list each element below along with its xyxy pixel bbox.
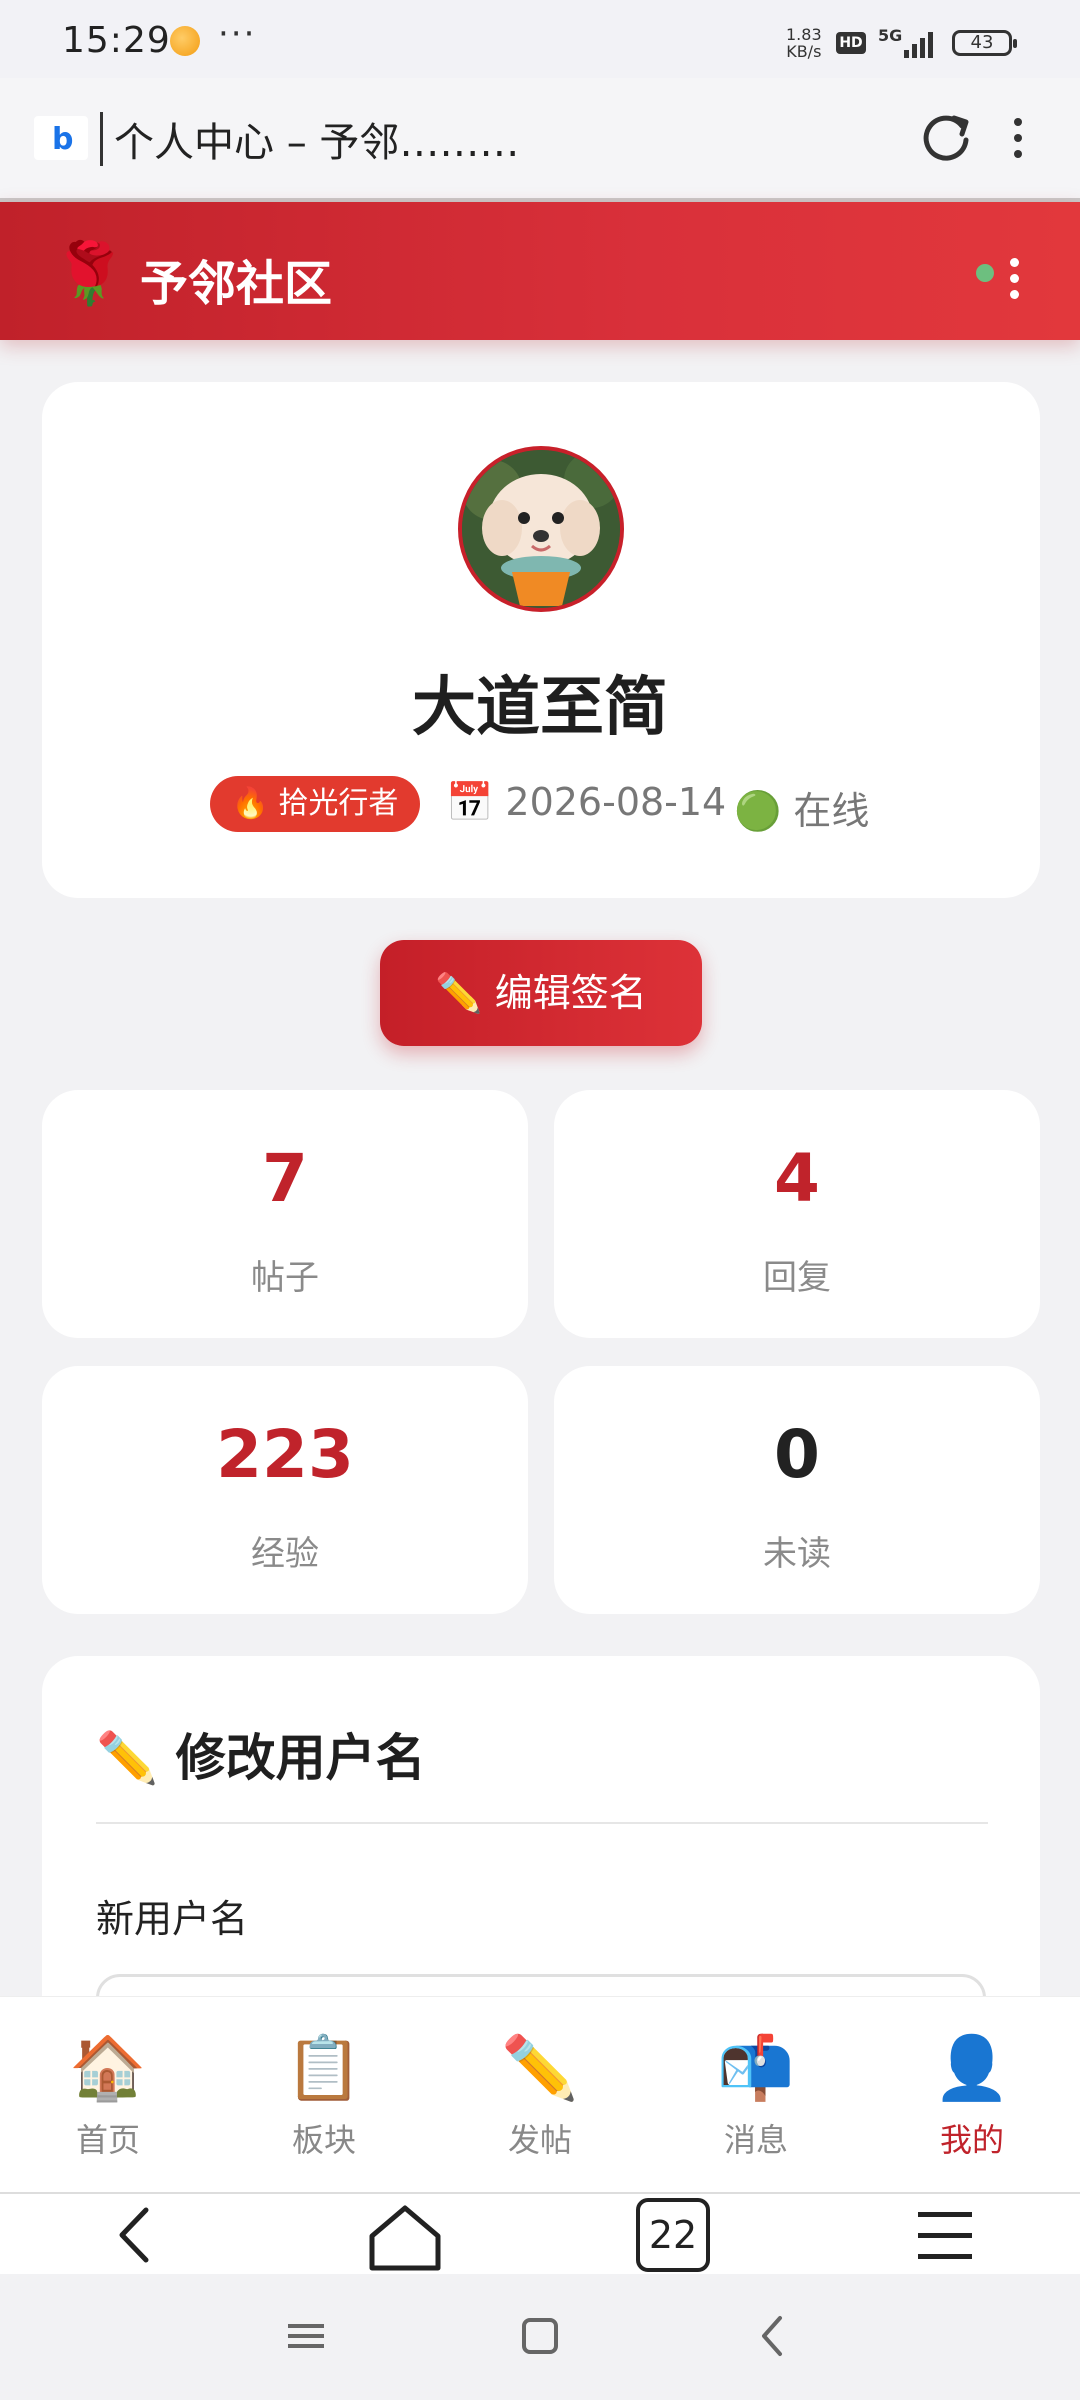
network-type: 5G: [878, 26, 903, 45]
system-home-icon[interactable]: [520, 2316, 560, 2356]
rename-section-title: ✏️ 修改用户名: [96, 1729, 426, 1787]
rose-logo-icon: 🌹: [52, 239, 127, 309]
stat-value: 0: [774, 1416, 820, 1493]
nav-item-me[interactable]: 👤 我的: [872, 2033, 1072, 2161]
stat-value: 4: [774, 1140, 820, 1217]
dog-avatar-image: [462, 450, 620, 608]
network-speed-unit: KB/s: [786, 42, 822, 61]
stat-card-experience[interactable]: 223 经验: [42, 1366, 528, 1614]
nav-label: 板块: [291, 2121, 356, 2159]
nav-label: 消息: [723, 2121, 788, 2159]
network-speed: 1.83 KB/s: [786, 26, 822, 60]
board-icon: 📋: [285, 2031, 363, 2104]
hamburger-menu-icon[interactable]: [914, 2202, 976, 2268]
browser-menu-icon[interactable]: [1006, 112, 1030, 168]
page-url-title[interactable]: 个人中心 – 予邻………: [114, 110, 519, 168]
edit-signature-button[interactable]: ✏️ 编辑签名: [380, 940, 702, 1046]
mailbox-icon: 📬: [717, 2031, 795, 2104]
user-level-badge: 🔥 拾光行者: [210, 776, 420, 832]
stat-card-posts[interactable]: 7 帖子: [42, 1090, 528, 1338]
nav-label: 首页: [75, 2121, 140, 2159]
home-icon[interactable]: [366, 2202, 444, 2272]
divider: [96, 1822, 988, 1824]
status-time: 15:29: [62, 20, 171, 61]
online-status: 🟢 在线: [734, 789, 870, 833]
reload-icon[interactable]: [918, 110, 974, 166]
online-indicator-dot: [976, 264, 994, 282]
status-bar: 15:29 ··· 1.83 KB/s HD 5G 43: [0, 0, 1080, 78]
address-cursor: [100, 112, 103, 166]
status-more-icon: ···: [218, 14, 257, 54]
stat-label: 回复: [763, 1258, 831, 1298]
site-favicon-icon: b: [34, 116, 88, 160]
signal-icon: [904, 32, 933, 58]
avatar[interactable]: [458, 446, 624, 612]
basketball-app-icon: [170, 26, 200, 56]
browser-address-bar: b 个人中心 – 予邻………: [0, 78, 1080, 200]
stat-value: 7: [262, 1140, 308, 1217]
recents-icon[interactable]: [286, 2316, 326, 2356]
site-header: 🌹 予邻社区: [0, 202, 1080, 340]
network-speed-value: 1.83: [786, 25, 822, 44]
stat-label: 帖子: [251, 1258, 319, 1298]
new-username-label: 新用户名: [96, 1897, 249, 1941]
tabs-count-button[interactable]: 22: [636, 2198, 710, 2272]
nav-label: 发帖: [507, 2121, 572, 2159]
nav-item-messages[interactable]: 📬 消息: [656, 2033, 856, 2161]
stat-value: 223: [216, 1416, 354, 1493]
back-icon[interactable]: [110, 2202, 160, 2268]
nav-label: 我的: [939, 2121, 1004, 2159]
user-icon: 👤: [933, 2031, 1011, 2104]
nav-item-post[interactable]: ✏️ 发帖: [440, 2033, 640, 2161]
stat-card-replies[interactable]: 4 回复: [554, 1090, 1040, 1338]
system-back-icon[interactable]: [756, 2314, 788, 2358]
battery-icon: 43: [952, 30, 1017, 56]
system-nav-bar: [0, 2274, 1080, 2400]
stat-label: 未读: [763, 1534, 831, 1574]
hd-icon: HD: [836, 32, 866, 54]
stat-label: 经验: [251, 1534, 319, 1574]
nav-item-home[interactable]: 🏠 首页: [8, 2033, 208, 2161]
header-more-icon[interactable]: [1006, 258, 1022, 308]
join-date: 📅 2026-08-14: [446, 780, 727, 824]
browser-nav-bar: 22: [0, 2192, 1080, 2276]
home-icon: 🏠: [69, 2031, 147, 2104]
stat-card-unread[interactable]: 0 未读: [554, 1366, 1040, 1614]
pencil-icon: ✏️: [501, 2031, 579, 2104]
favicon-glyph: b: [52, 122, 74, 157]
nav-item-boards[interactable]: 📋 板块: [224, 2033, 424, 2161]
profile-username: 大道至简: [412, 671, 668, 745]
site-name[interactable]: 予邻社区: [140, 244, 332, 314]
bottom-nav: 🏠 首页 📋 板块 ✏️ 发帖 📬 消息 👤 我的: [0, 1996, 1080, 2193]
